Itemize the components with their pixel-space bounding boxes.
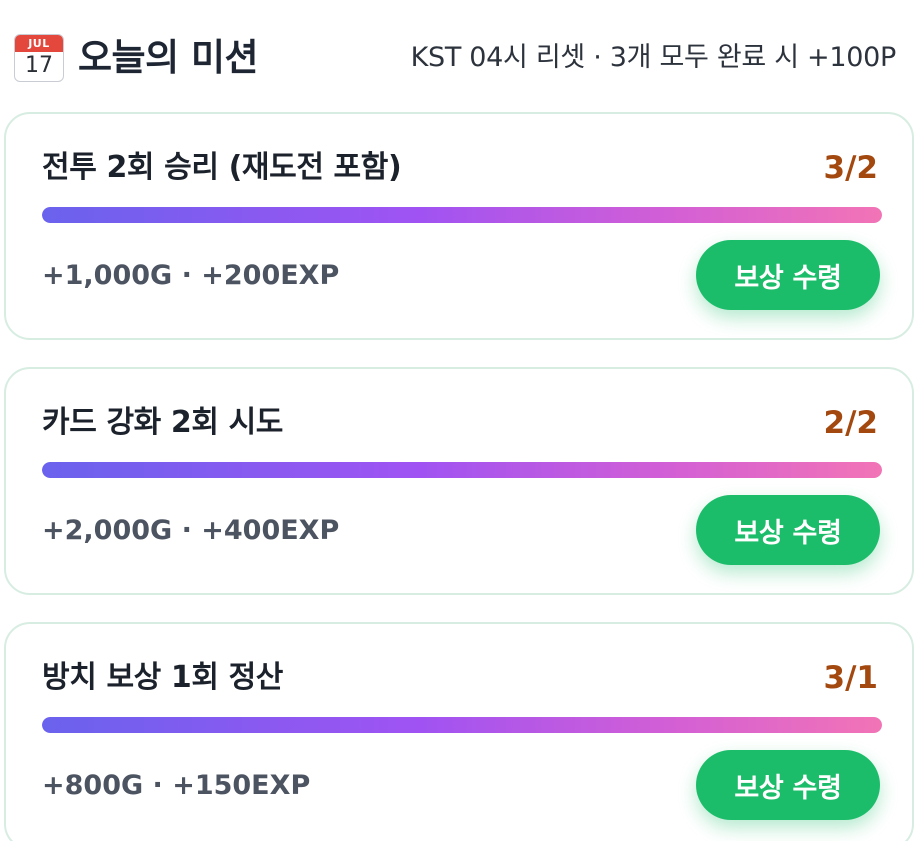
mission-progress-fill [42,207,882,223]
mission-card: 카드 강화 2회 시도 2/2 +2,000G · +400EXP 보상 수령 [4,367,914,595]
claim-reward-button[interactable]: 보상 수령 [696,240,880,310]
mission-reward: +1,000G · +200EXP [42,260,340,291]
mission-progress-count: 2/2 [823,405,878,441]
mission-progress-count: 3/1 [823,660,878,696]
claim-reward-button[interactable]: 보상 수령 [696,750,880,820]
mission-progress-fill [42,462,882,478]
mission-name: 전투 2회 승리 (재도전 포함) [42,150,402,185]
mission-reward: +800G · +150EXP [42,770,311,801]
mission-name: 카드 강화 2회 시도 [42,405,284,440]
mission-progress-count: 3/2 [823,150,878,186]
mission-progress-bar [42,462,882,478]
missions-header: JUL 17 오늘의 미션 KST 04시 리셋 · 3개 모두 완료 시 +1… [14,30,906,86]
claim-reward-button[interactable]: 보상 수령 [696,495,880,565]
page-title: 오늘의 미션 [78,36,259,79]
mission-name: 방치 보상 1회 정산 [42,660,284,695]
calendar-icon: JUL 17 [14,34,64,82]
mission-card: 방치 보상 1회 정산 3/1 +800G · +150EXP 보상 수령 [4,622,914,841]
mission-reward: +2,000G · +400EXP [42,515,340,546]
reset-info: KST 04시 리셋 · 3개 모두 완료 시 +100P [410,42,897,73]
calendar-icon-day: 17 [25,53,53,78]
mission-progress-bar [42,207,882,223]
calendar-icon-month: JUL [15,35,63,52]
mission-card: 전투 2회 승리 (재도전 포함) 3/2 +1,000G · +200EXP … [4,112,914,340]
mission-progress-bar [42,717,882,733]
mission-progress-fill [42,717,882,733]
